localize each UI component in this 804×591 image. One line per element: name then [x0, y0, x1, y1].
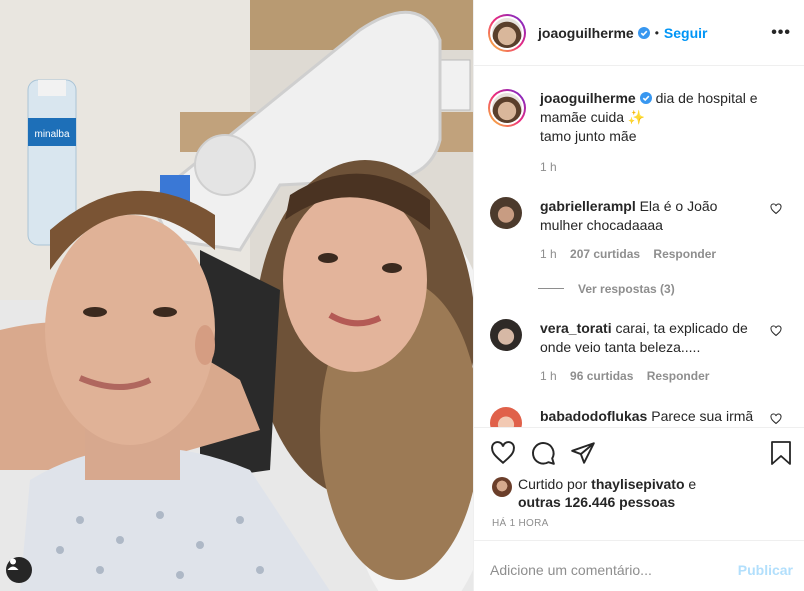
bottle-label: minalba: [34, 129, 69, 140]
author-username[interactable]: joaoguilherme: [538, 25, 650, 41]
comment-likes[interactable]: 96 curtidas: [570, 369, 633, 383]
photo-illustration: minalba: [0, 0, 473, 591]
publish-button[interactable]: Publicar: [738, 562, 793, 578]
more-options-icon[interactable]: •••: [771, 24, 791, 42]
likes-suffix: e: [688, 476, 697, 492]
likes-count[interactable]: outras 126.446 pessoas: [518, 494, 675, 510]
caption-text-line2: tamo junto mãe: [540, 128, 637, 144]
add-comment-bar: Adicione um comentário... Publicar: [474, 540, 804, 591]
reply-button[interactable]: Responder: [647, 369, 710, 383]
verified-badge-icon: [639, 92, 652, 104]
comment-item: vera_torati carai, ta explicado de onde …: [490, 319, 790, 386]
view-replies-button[interactable]: Ver respostas (3): [538, 280, 760, 299]
post-timestamp[interactable]: HÁ 1 HORA: [492, 518, 549, 529]
caption-time[interactable]: 1 h: [540, 158, 788, 177]
commenter-avatar[interactable]: [490, 197, 522, 229]
user-icon: [7, 558, 19, 570]
verified-badge-icon: [637, 26, 650, 39]
commenter-avatar[interactable]: [490, 407, 522, 427]
like-comment-heart-icon[interactable]: [770, 203, 782, 215]
author-avatar[interactable]: [488, 13, 526, 52]
comment-likes[interactable]: 207 curtidas: [570, 247, 640, 261]
commenter-avatar[interactable]: [490, 319, 522, 351]
comment-icon[interactable]: [530, 440, 556, 466]
separator-dot: •: [654, 25, 659, 40]
caption-username[interactable]: joaoguilherme: [540, 90, 636, 106]
like-comment-heart-icon[interactable]: [770, 325, 782, 337]
comment-item: babadodoflukas Parece sua irmã: [490, 407, 790, 427]
likes-summary: Curtido por thaylisepivato e outras 126.…: [492, 475, 696, 511]
comments-list[interactable]: joaoguilherme dia de hospital e mamãe cu…: [474, 67, 804, 427]
post-header: joaoguilherme • Seguir •••: [474, 0, 804, 66]
post-photo[interactable]: minalba: [0, 0, 473, 591]
bookmark-icon[interactable]: [769, 440, 793, 466]
follow-button[interactable]: Seguir: [664, 25, 708, 41]
comment-time[interactable]: 1 h: [540, 247, 557, 261]
comment-text: Parece sua irmã: [651, 408, 754, 424]
comment-input[interactable]: Adicione um comentário...: [490, 562, 652, 578]
post-modal: minalba joaoguilherme • Seguir ••• joaog…: [0, 0, 804, 591]
comment-username[interactable]: vera_torati: [540, 320, 612, 336]
reply-button[interactable]: Responder: [653, 247, 716, 261]
share-icon[interactable]: [570, 440, 596, 466]
comment-time[interactable]: 1 h: [540, 369, 557, 383]
post-actions: Curtido por thaylisepivato e outras 126.…: [474, 427, 804, 540]
comment-username[interactable]: gabriellerampl: [540, 198, 636, 214]
liker-username[interactable]: thaylisepivato: [591, 476, 684, 492]
post-sidebar: joaoguilherme • Seguir ••• joaoguilherme…: [473, 0, 804, 591]
replies-line: [538, 288, 564, 289]
liker-avatar[interactable]: [492, 477, 512, 497]
caption: joaoguilherme dia de hospital e mamãe cu…: [488, 89, 788, 177]
tagged-users-button[interactable]: [6, 557, 32, 583]
like-comment-heart-icon[interactable]: [770, 413, 782, 425]
likes-prefix: Curtido por: [518, 476, 588, 492]
heart-icon[interactable]: [490, 440, 516, 466]
comment-username[interactable]: babadodoflukas: [540, 408, 647, 424]
comment-item: gabriellerampl Ela é o João mulher choca…: [490, 197, 790, 299]
caption-avatar[interactable]: [488, 89, 526, 127]
